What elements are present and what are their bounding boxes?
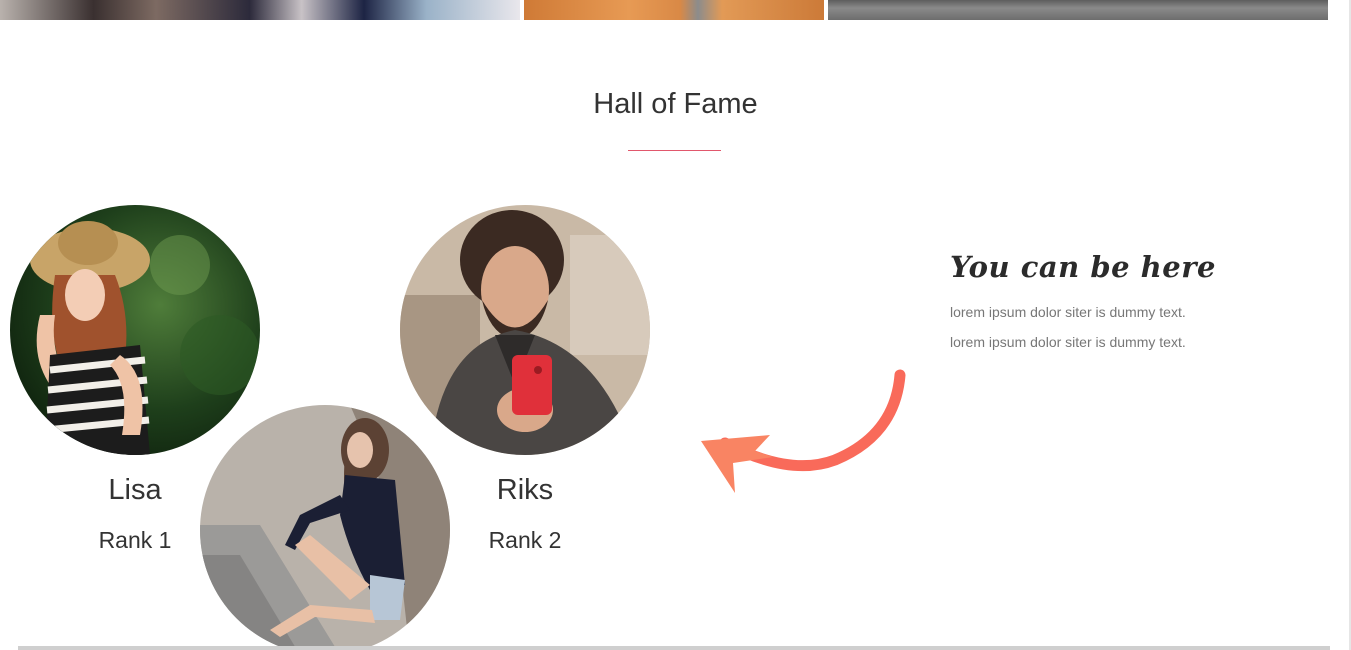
gallery-image-2[interactable] xyxy=(524,0,824,20)
avatar-riks[interactable] xyxy=(400,205,650,455)
horizontal-scrollbar[interactable] xyxy=(18,646,1330,650)
cta-heading: You can be here xyxy=(950,250,1216,284)
woman-sitting-photo xyxy=(200,405,450,650)
title-divider xyxy=(628,150,721,151)
cta-text: lorem ipsum dolor siter is dummy text. xyxy=(950,334,1186,350)
section-title: Hall of Fame xyxy=(593,88,758,120)
avatar-lisa[interactable] xyxy=(10,205,260,455)
man-with-phone-photo xyxy=(400,205,650,455)
gallery-image-1[interactable] xyxy=(0,0,520,20)
woman-in-hat-photo xyxy=(10,205,260,455)
hall-of-fame-page: Hall of Fame Lisa Rank 1 Riks Rank 2 You… xyxy=(0,0,1351,650)
avatar-third-member[interactable] xyxy=(200,405,450,650)
gallery-image-3[interactable] xyxy=(828,0,1328,20)
cta-text: lorem ipsum dolor siter is dummy text. xyxy=(950,304,1186,320)
curved-arrow-icon xyxy=(701,369,906,493)
